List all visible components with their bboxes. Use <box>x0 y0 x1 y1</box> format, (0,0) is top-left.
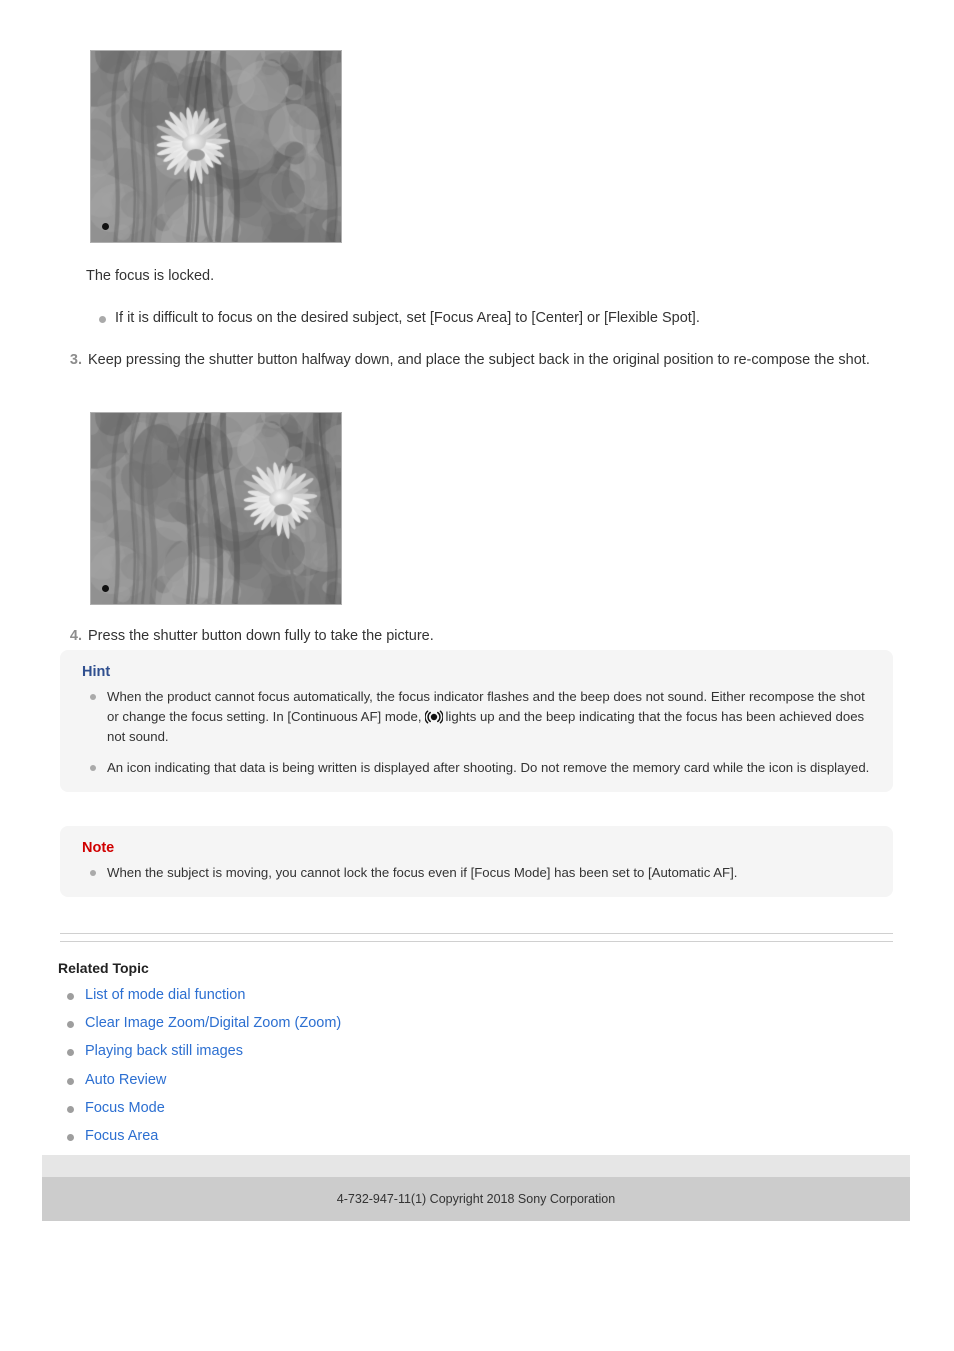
list-item[interactable]: Focus Mode <box>65 1097 565 1120</box>
list-item[interactable]: Focus Area <box>65 1125 565 1148</box>
step-4-text: Press the shutter button down fully to t… <box>88 628 434 644</box>
note-list: When the subject is moving, you cannot l… <box>82 863 871 883</box>
step-4-number: 4. <box>69 628 82 644</box>
document-page: The focus is locked. If it is difficult … <box>0 0 954 1351</box>
step-3-text: Keep pressing the shutter button halfway… <box>88 352 870 368</box>
step-3-number: 3. <box>69 352 82 368</box>
related-topic-list: List of mode dial function Clear Image Z… <box>65 984 565 1153</box>
photo-focus-locked <box>90 50 342 243</box>
divider-bottom <box>60 941 893 942</box>
list-item[interactable]: Auto Review <box>65 1069 565 1092</box>
hint-item-focus-indicator: When the product cannot focus automatica… <box>82 687 871 747</box>
hint-callout: Hint When the product cannot focus autom… <box>60 650 893 793</box>
footer-spacer-strip <box>42 1155 910 1177</box>
photo-recomposed <box>90 412 342 605</box>
focus-point-dot-icon <box>102 223 109 230</box>
list-item[interactable]: Playing back still images <box>65 1040 565 1063</box>
continuous-af-indicator-icon <box>423 709 444 725</box>
focus-area-tip-item: If it is difficult to focus on the desir… <box>96 308 886 330</box>
hint-item-data-writing: An icon indicating that data is being wr… <box>82 758 871 778</box>
footer-bar: 4-732-947-11(1) Copyright 2018 Sony Corp… <box>42 1177 910 1221</box>
divider-top <box>60 933 893 934</box>
footer-copyright-text: 4-732-947-11(1) Copyright 2018 Sony Corp… <box>336 1192 616 1206</box>
photo-recomposed-canvas <box>91 413 341 604</box>
note-item-moving-subject: When the subject is moving, you cannot l… <box>82 863 871 883</box>
caption-focus-locked: The focus is locked. <box>86 268 215 284</box>
related-link-clear-image-zoom[interactable]: Clear Image Zoom/Digital Zoom (Zoom) <box>85 1015 341 1031</box>
related-link-playing-back-still-images[interactable]: Playing back still images <box>85 1043 243 1059</box>
related-topic-heading: Related Topic <box>58 960 149 976</box>
hint-title: Hint <box>82 664 111 680</box>
list-item[interactable]: Clear Image Zoom/Digital Zoom (Zoom) <box>65 1012 565 1035</box>
note-title: Note <box>82 840 115 856</box>
hint-list: When the product cannot focus automatica… <box>82 687 871 778</box>
related-link-focus-area[interactable]: Focus Area <box>85 1128 158 1144</box>
related-link-focus-mode[interactable]: Focus Mode <box>85 1100 165 1116</box>
list-item[interactable]: List of mode dial function <box>65 984 565 1007</box>
step-3: 3. Keep pressing the shutter button half… <box>60 350 898 372</box>
photo-focus-locked-canvas <box>91 51 341 242</box>
related-link-mode-dial[interactable]: List of mode dial function <box>85 987 245 1003</box>
focus-area-tip-list: If it is difficult to focus on the desir… <box>96 308 886 339</box>
step-4: 4. Press the shutter button down fully t… <box>60 626 898 648</box>
note-callout: Note When the subject is moving, you can… <box>60 826 893 898</box>
focus-point-dot-icon <box>102 585 109 592</box>
related-link-auto-review[interactable]: Auto Review <box>85 1072 166 1088</box>
